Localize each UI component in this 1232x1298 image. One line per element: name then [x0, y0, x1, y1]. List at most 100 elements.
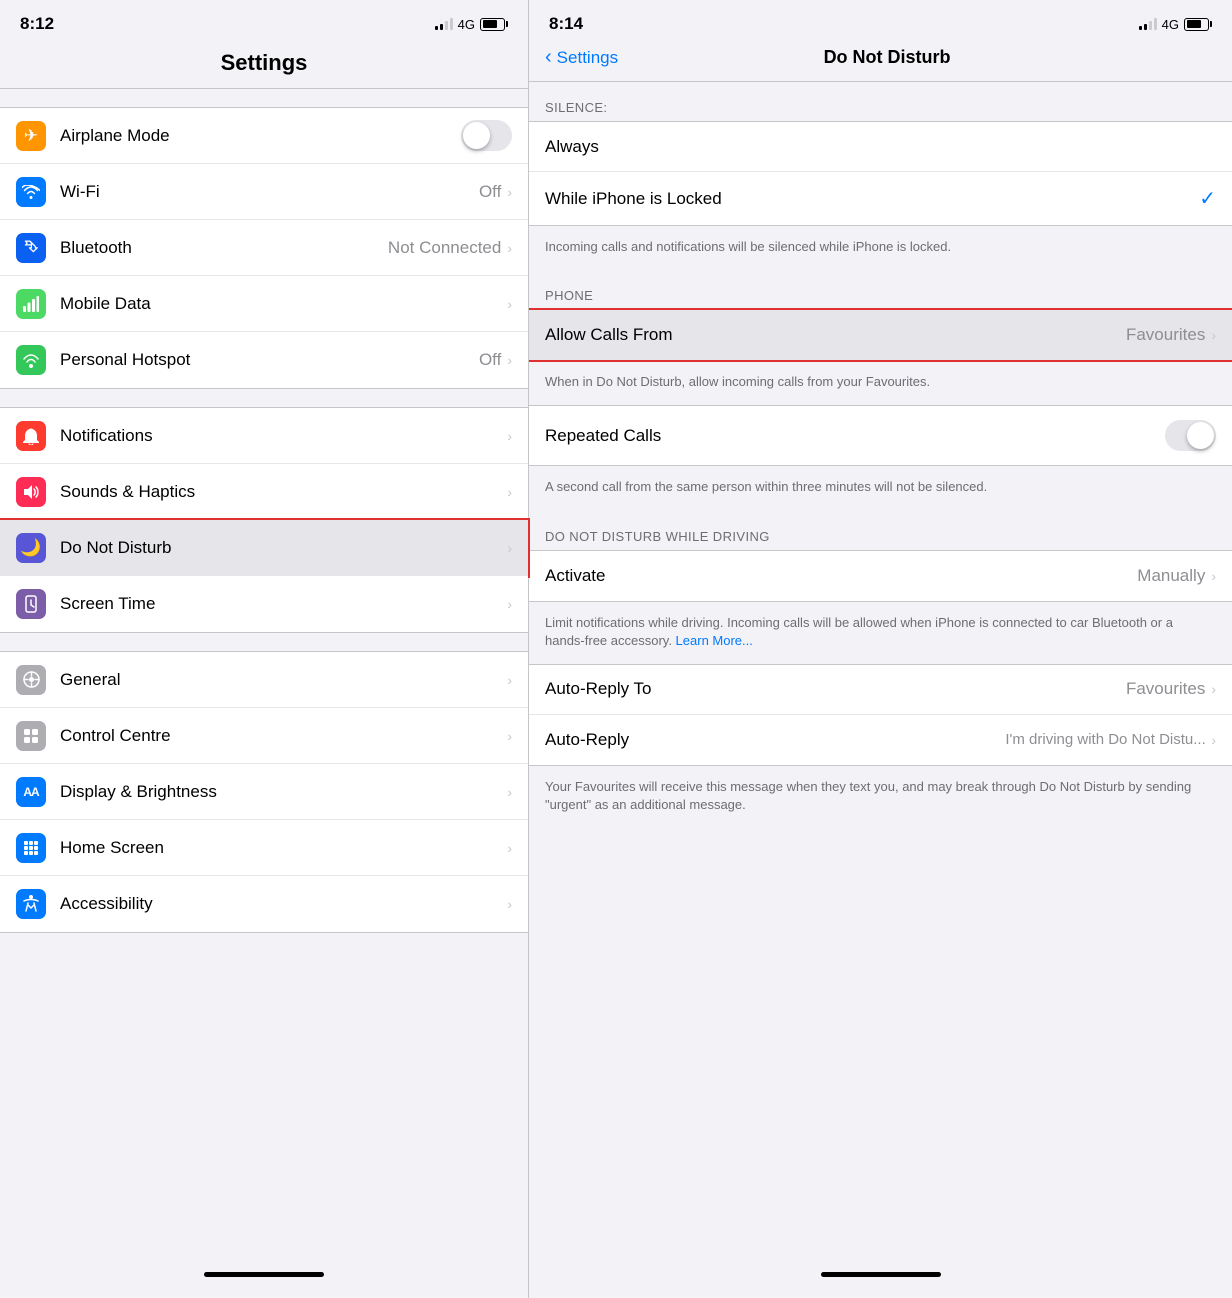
personal-hotspot-chevron: › [507, 352, 512, 368]
page-title: Do Not Disturb [558, 47, 1216, 68]
accessibility-icon [16, 889, 46, 919]
home-screen-icon [16, 833, 46, 863]
activate-value: Manually [1137, 566, 1205, 586]
driving-section: Activate Manually › [529, 550, 1232, 602]
control-centre-label: Control Centre [60, 726, 507, 746]
notifications-icon [16, 421, 46, 451]
screen-time-icon [16, 589, 46, 619]
wifi-label: Wi-Fi [60, 182, 479, 202]
sounds-item[interactable]: Sounds & Haptics › [0, 464, 528, 520]
airplane-mode-label: Airplane Mode [60, 126, 461, 146]
repeated-calls-section: Repeated Calls [529, 405, 1232, 466]
wifi-chevron: › [507, 184, 512, 200]
right-battery-icon [1184, 18, 1212, 31]
control-centre-icon [16, 721, 46, 751]
bluetooth-item[interactable]: ⮷ Bluetooth Not Connected › [0, 220, 528, 276]
left-panel: 8:12 4G Settings ✈ Airplane Mode [0, 0, 528, 1298]
activate-label: Activate [545, 566, 1137, 586]
right-network-label: 4G [1162, 17, 1179, 32]
right-status-bar: 8:14 4G [529, 0, 1232, 42]
battery-icon [480, 18, 508, 31]
airplane-mode-item[interactable]: ✈ Airplane Mode [0, 108, 528, 164]
right-home-indicator [529, 1264, 1232, 1288]
accessibility-item[interactable]: Accessibility › [0, 876, 528, 932]
while-locked-label: While iPhone is Locked [545, 189, 1199, 209]
phone-description: When in Do Not Disturb, allow incoming c… [529, 363, 1232, 405]
general-label: General [60, 670, 507, 690]
personal-hotspot-label: Personal Hotspot [60, 350, 479, 370]
driving-description: Limit notifications while driving. Incom… [529, 604, 1232, 664]
do-not-disturb-item[interactable]: 🌙 Do Not Disturb › [0, 520, 528, 576]
mobile-data-chevron: › [507, 296, 512, 312]
auto-reply-value: I'm driving with Do Not Distu... [1005, 731, 1205, 748]
general-item[interactable]: General › [0, 652, 528, 708]
repeated-calls-item[interactable]: Repeated Calls [529, 406, 1232, 465]
activate-item[interactable]: Activate Manually › [529, 551, 1232, 601]
auto-reply-to-label: Auto-Reply To [545, 679, 1126, 699]
sounds-icon [16, 477, 46, 507]
airplane-mode-icon: ✈ [16, 121, 46, 151]
auto-reply-to-item[interactable]: Auto-Reply To Favourites › [529, 665, 1232, 715]
left-time: 8:12 [20, 14, 54, 34]
airplane-mode-toggle[interactable] [461, 120, 512, 151]
while-locked-item[interactable]: While iPhone is Locked ✓ [529, 172, 1232, 225]
right-status-icons: 4G [1139, 17, 1212, 32]
activate-chevron: › [1211, 568, 1216, 584]
home-indicator [0, 1264, 528, 1288]
do-not-disturb-chevron: › [507, 540, 512, 556]
general-section: General › Control Centre › AA Display & … [0, 651, 528, 933]
bluetooth-chevron: › [507, 240, 512, 256]
repeated-calls-description: A second call from the same person withi… [529, 468, 1232, 510]
auto-reply-section: Auto-Reply To Favourites › Auto-Reply I'… [529, 664, 1232, 766]
mobile-data-item[interactable]: Mobile Data › [0, 276, 528, 332]
personal-hotspot-item[interactable]: Personal Hotspot Off › [0, 332, 528, 388]
control-centre-item[interactable]: Control Centre › [0, 708, 528, 764]
right-time: 8:14 [549, 14, 583, 34]
accessibility-label: Accessibility [60, 894, 507, 914]
accessibility-chevron: › [507, 896, 512, 912]
while-locked-checkmark: ✓ [1199, 186, 1216, 211]
auto-reply-to-value: Favourites [1126, 679, 1205, 699]
right-signal-bars [1139, 18, 1157, 30]
screen-time-chevron: › [507, 596, 512, 612]
connectivity-section: ✈ Airplane Mode Wi-Fi Off › ⮷ Bluet [0, 107, 528, 389]
screen-time-item[interactable]: Screen Time › [0, 576, 528, 632]
phone-header: PHONE [529, 270, 1232, 309]
display-item[interactable]: AA Display & Brightness › [0, 764, 528, 820]
repeated-calls-toggle[interactable] [1165, 420, 1216, 451]
home-screen-item[interactable]: Home Screen › [0, 820, 528, 876]
notifications-section: Notifications › Sounds & Haptics › 🌙 Do … [0, 407, 528, 633]
allow-calls-from-value: Favourites [1126, 325, 1205, 345]
always-label: Always [545, 137, 1216, 157]
auto-reply-label: Auto-Reply [545, 730, 1005, 750]
notifications-item[interactable]: Notifications › [0, 408, 528, 464]
allow-calls-from-item[interactable]: Allow Calls From Favourites › [529, 310, 1232, 360]
display-icon: AA [16, 777, 46, 807]
bluetooth-value: Not Connected [388, 238, 501, 258]
allow-calls-from-chevron: › [1211, 327, 1216, 343]
bluetooth-icon: ⮷ [16, 233, 46, 263]
auto-reply-description: Your Favourites will receive this messag… [529, 768, 1232, 828]
auto-reply-item[interactable]: Auto-Reply I'm driving with Do Not Distu… [529, 715, 1232, 765]
mobile-data-label: Mobile Data [60, 294, 507, 314]
allow-calls-from-label: Allow Calls From [545, 325, 1126, 345]
mobile-data-icon [16, 289, 46, 319]
home-screen-label: Home Screen [60, 838, 507, 858]
always-item[interactable]: Always [529, 122, 1232, 172]
repeated-calls-label: Repeated Calls [545, 426, 1165, 446]
learn-more-link[interactable]: Learn More... [676, 633, 753, 648]
display-label: Display & Brightness [60, 782, 507, 802]
screen-time-label: Screen Time [60, 594, 507, 614]
right-panel: 8:14 4G ‹ Settings Do Not Disturb SILENC… [528, 0, 1232, 1298]
display-chevron: › [507, 784, 512, 800]
wifi-icon [16, 177, 46, 207]
wifi-item[interactable]: Wi-Fi Off › [0, 164, 528, 220]
personal-hotspot-icon [16, 345, 46, 375]
signal-bars [435, 18, 453, 30]
auto-reply-chevron: › [1211, 732, 1216, 748]
control-centre-chevron: › [507, 728, 512, 744]
sounds-chevron: › [507, 484, 512, 500]
do-not-disturb-label: Do Not Disturb [60, 538, 507, 558]
back-chevron-icon: ‹ [545, 46, 552, 69]
silence-header: SILENCE: [529, 82, 1232, 121]
